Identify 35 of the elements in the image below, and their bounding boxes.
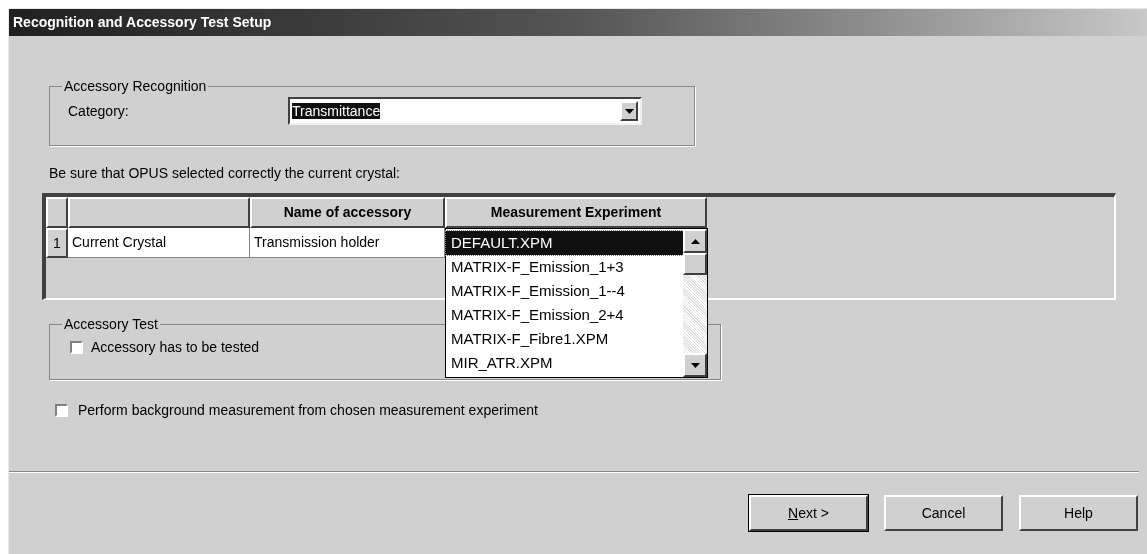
instruction-text: Be sure that OPUS selected correctly the current crystal: (49, 164, 401, 183)
table-cell: Transmission holder (250, 228, 445, 258)
scroll-down-button[interactable] (683, 353, 707, 377)
table-cell: Current Crystal (68, 228, 250, 258)
checkbox-label: Perform background measurement from chosen measurement experiment (78, 401, 538, 420)
group-title: Accessory Test (63, 315, 159, 334)
down-arrow-icon (690, 362, 700, 368)
checkbox-label: Accessory has to be tested (91, 338, 260, 357)
dialog-button[interactable]: Cancel (884, 495, 1003, 531)
header-cell (46, 197, 68, 228)
list-item[interactable]: MATRIX-F_Emission_1--4 (446, 279, 683, 303)
column-header: Name of accessory (250, 197, 445, 228)
group-title: Accessory Recognition (63, 77, 208, 96)
experiment-list[interactable]: DEFAULT.XPM MATRIX-F_Emission_1+3 MATRIX-F_Emission_1--4 MATRIX-F_Emission_2+4 MATRIX-F_Fibre1.XPM MIR_ATR.XPM (445, 228, 708, 378)
dialog-button[interactable]: Help (1019, 495, 1138, 531)
dialog-button[interactable]: Next > (749, 495, 868, 531)
up-arrow-icon (690, 238, 700, 244)
column-header: Measurement Experiment (445, 197, 707, 228)
list-item[interactable]: MATRIX-F_Fibre1.XPM (446, 327, 683, 351)
list-item[interactable]: MIR_ATR.XPM (446, 351, 683, 375)
category-dropdown[interactable]: Transmittance (288, 97, 642, 125)
row-header: 1 (46, 228, 68, 258)
scrollbar[interactable] (683, 229, 707, 377)
checkbox[interactable] (55, 404, 68, 417)
down-arrow-icon (624, 108, 634, 114)
dropdown-value: Transmittance (292, 101, 382, 121)
list-item[interactable]: MATRIX-F_Emission_2+4 (446, 303, 683, 327)
list-item[interactable]: DEFAULT.XPM (446, 231, 683, 255)
category-label: Category: (68, 101, 130, 121)
window-title: Recognition and Accessory Test Setup (13, 13, 272, 32)
dropdown-button[interactable] (620, 101, 638, 121)
scroll-up-button[interactable] (683, 229, 707, 253)
scroll-thumb[interactable] (683, 253, 707, 275)
checkbox[interactable] (70, 341, 83, 354)
list-item[interactable]: MATRIX-F_Emission_1+3 (446, 255, 683, 279)
